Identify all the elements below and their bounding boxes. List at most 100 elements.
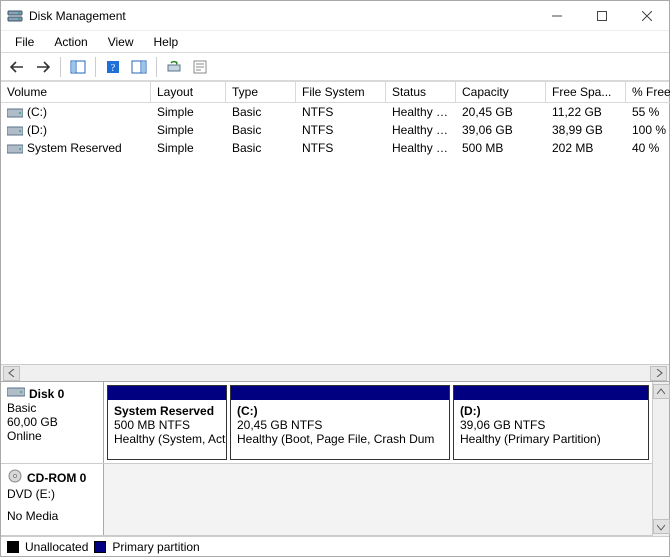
disk-map: Disk 0 Basic 60,00 GB Online System Rese… — [1, 381, 669, 556]
partition-header — [108, 386, 226, 400]
volume-row[interactable]: (D:)SimpleBasicNTFSHealthy (P...39,06 GB… — [1, 121, 669, 139]
menu-help[interactable]: Help — [144, 33, 189, 51]
partition-area: System Reserved500 MB NTFSHealthy (Syste… — [104, 382, 652, 463]
scroll-up-button[interactable] — [653, 384, 670, 399]
disk-title: Disk 0 — [29, 387, 64, 401]
close-button[interactable] — [624, 1, 669, 30]
volume-status: Healthy (P... — [386, 122, 456, 138]
volume-status: Healthy (S... — [386, 140, 456, 156]
menu-view[interactable]: View — [98, 33, 144, 51]
col-type[interactable]: Type — [226, 82, 296, 103]
refresh-button[interactable] — [162, 56, 186, 78]
volume-capacity: 500 MB — [456, 140, 546, 156]
show-hide-action-pane-button[interactable] — [127, 56, 151, 78]
title-bar: Disk Management — [1, 1, 669, 31]
maximize-button[interactable] — [579, 1, 624, 30]
volume-capacity: 20,45 GB — [456, 104, 546, 120]
volume-name: System Reserved — [27, 141, 122, 155]
app-icon — [7, 8, 23, 24]
volume-status: Healthy (B... — [386, 104, 456, 120]
back-button[interactable] — [5, 56, 29, 78]
svg-text:?: ? — [111, 63, 116, 74]
col-freespace[interactable]: Free Spa... — [546, 82, 626, 103]
volume-free: 11,22 GB — [546, 104, 626, 120]
drive-icon — [7, 143, 23, 153]
volume-free: 38,99 GB — [546, 122, 626, 138]
disk-state: Online — [7, 429, 97, 443]
volume-row[interactable]: (C:) SimpleBasicNTFSHealthy (B...20,45 GB… — [1, 103, 669, 121]
legend: Unallocated Primary partition — [1, 536, 669, 556]
volume-free: 202 MB — [546, 140, 626, 156]
disk-size: 60,00 GB — [7, 415, 97, 429]
volume-type: Basic — [226, 104, 296, 120]
properties-button[interactable] — [188, 56, 212, 78]
menu-bar: File Action View Help — [1, 31, 669, 53]
col-pctfree[interactable]: % Free — [626, 82, 670, 103]
menu-action[interactable]: Action — [44, 33, 97, 51]
scroll-down-button[interactable] — [653, 519, 670, 534]
partition-status: Healthy (Primary Partition) — [460, 432, 642, 446]
toolbar: ? — [1, 53, 669, 81]
partition[interactable]: (D:)39,06 GB NTFSHealthy (Primary Partit… — [453, 385, 649, 460]
menu-file[interactable]: File — [5, 33, 44, 51]
volume-pct: 100 % — [626, 122, 670, 138]
disk-type: Basic — [7, 401, 97, 415]
show-hide-console-tree-button[interactable] — [66, 56, 90, 78]
legend-swatch-unallocated — [7, 541, 19, 553]
volume-layout: Simple — [151, 122, 226, 138]
partition-area-empty — [104, 464, 652, 535]
drive-icon — [7, 125, 23, 135]
legend-swatch-primary — [94, 541, 106, 553]
col-filesystem[interactable]: File System — [296, 82, 386, 103]
volume-layout: Simple — [151, 104, 226, 120]
scroll-left-button[interactable] — [3, 366, 20, 381]
volume-list-header: Volume Layout Type File System Status Ca… — [1, 81, 669, 103]
drive-icon — [7, 107, 23, 117]
partition[interactable]: (C:)20,45 GB NTFSHealthy (Boot, Page Fil… — [230, 385, 450, 460]
volume-type: Basic — [226, 122, 296, 138]
legend-unallocated: Unallocated — [25, 540, 88, 554]
forward-button[interactable] — [31, 56, 55, 78]
volume-layout: Simple — [151, 140, 226, 156]
volume-pct: 40 % — [626, 140, 670, 156]
volume-capacity: 39,06 GB — [456, 122, 546, 138]
partition[interactable]: System Reserved500 MB NTFSHealthy (Syste… — [107, 385, 227, 460]
volume-row[interactable]: System Reserved SimpleBasicNTFSHealthy (S… — [1, 139, 669, 157]
volume-fs: NTFS — [296, 104, 386, 120]
cdrom-line3: No Media — [7, 509, 97, 523]
vertical-scrollbar[interactable] — [652, 382, 669, 536]
volume-pct: 55 % — [626, 104, 670, 120]
col-status[interactable]: Status — [386, 82, 456, 103]
disk-row-disk0[interactable]: Disk 0 Basic 60,00 GB Online System Rese… — [1, 382, 652, 464]
col-layout[interactable]: Layout — [151, 82, 226, 103]
partition-title: System Reserved — [114, 404, 220, 418]
help-button[interactable]: ? — [101, 56, 125, 78]
disk-info: CD-ROM 0 DVD (E:) No Media — [1, 464, 104, 535]
volume-name: (C:) — [27, 105, 47, 119]
partition-header — [231, 386, 449, 400]
cdrom-icon — [7, 468, 23, 487]
disk-info: Disk 0 Basic 60,00 GB Online — [1, 382, 104, 463]
col-capacity[interactable]: Capacity — [456, 82, 546, 103]
legend-primary: Primary partition — [112, 540, 199, 554]
cdrom-title: CD-ROM 0 — [27, 471, 86, 485]
volume-list: Volume Layout Type File System Status Ca… — [1, 81, 669, 157]
volume-fs: NTFS — [296, 140, 386, 156]
toolbar-separator — [156, 57, 157, 77]
toolbar-separator — [95, 57, 96, 77]
partition-title: (D:) — [460, 404, 642, 418]
disk-icon — [7, 386, 25, 401]
scroll-right-button[interactable] — [650, 366, 667, 381]
horizontal-scrollbar[interactable] — [1, 364, 669, 381]
col-volume[interactable]: Volume — [1, 82, 151, 103]
volume-type: Basic — [226, 140, 296, 156]
partition-status: Healthy (Boot, Page File, Crash Dum — [237, 432, 443, 446]
empty-area — [1, 157, 669, 364]
disk-row-cdrom0[interactable]: CD-ROM 0 DVD (E:) No Media — [1, 464, 652, 536]
partition-size: 39,06 GB NTFS — [460, 418, 642, 432]
cdrom-line2: DVD (E:) — [7, 487, 97, 501]
volume-name: (D:) — [27, 123, 47, 137]
window-title: Disk Management — [29, 9, 126, 23]
partition-header — [454, 386, 648, 400]
minimize-button[interactable] — [534, 1, 579, 30]
